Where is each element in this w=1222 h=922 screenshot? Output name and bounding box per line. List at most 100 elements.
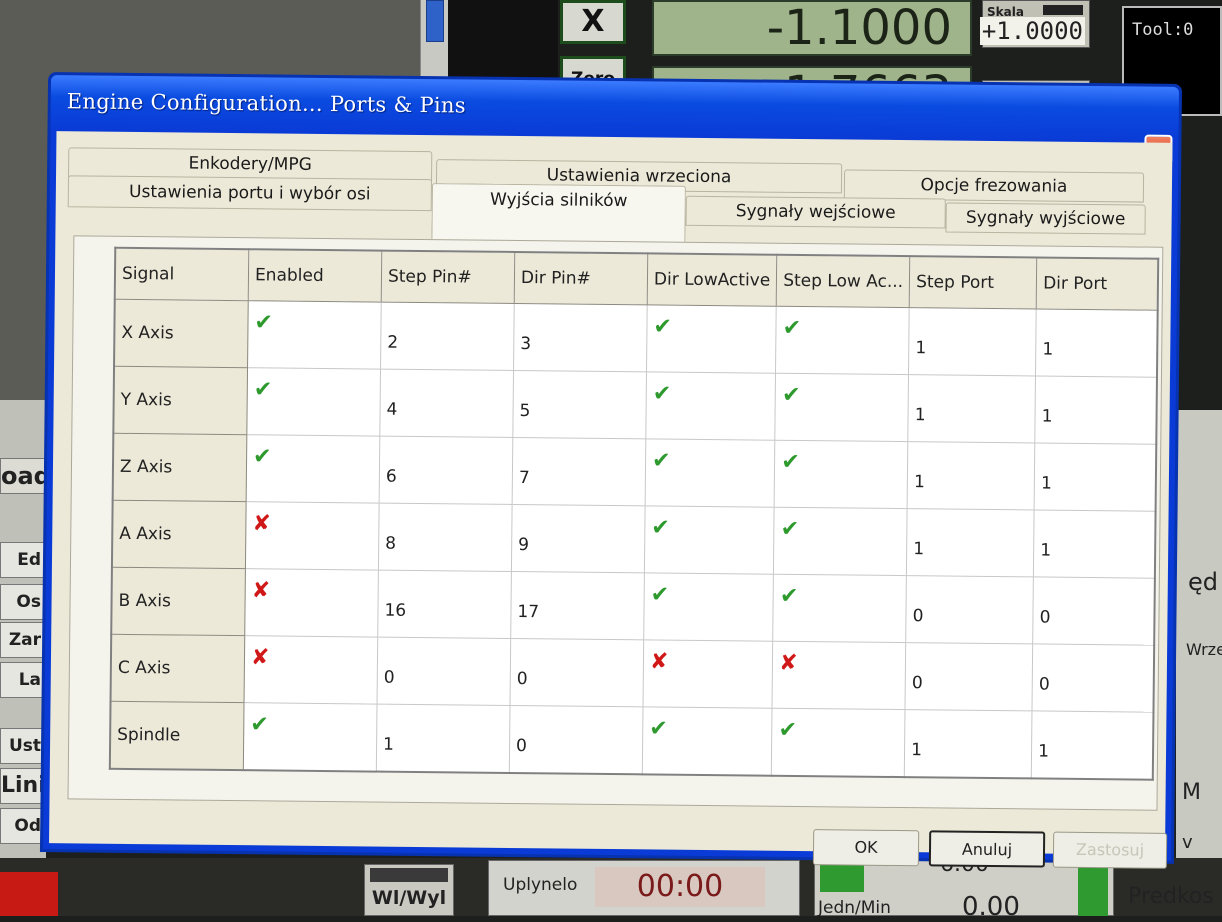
row-signal-label[interactable]: B Axis — [111, 567, 246, 636]
engine-configuration-dialog: Engine Configuration... Ports & Pins ✕ E… — [39, 72, 1183, 869]
cell-step-low-toggle[interactable]: ✔ — [772, 574, 907, 643]
check-icon: ✔ — [250, 712, 269, 738]
cell-dir-port[interactable]: 1 — [1034, 375, 1158, 445]
table-row: A Axis ✘ 8 9 ✔ ✔ 1 1 — [111, 500, 1156, 579]
cell-step-pin[interactable]: 0 — [377, 637, 511, 706]
cell-dir-low-toggle[interactable]: ✔ — [644, 505, 775, 575]
cell-dir-pin[interactable]: 7 — [512, 437, 646, 506]
cell-step-low-toggle[interactable]: ✘ — [772, 641, 906, 710]
speed-label: Predkos — [1128, 884, 1214, 909]
check-icon: ✔ — [649, 716, 668, 742]
column-header-step-lowactive[interactable]: Step Low Ac... — [776, 254, 910, 308]
tab-wyjscia-silnikow[interactable]: Wyjścia silników — [431, 183, 686, 244]
cell-dir-low-toggle[interactable]: ✘ — [643, 639, 773, 709]
cell-dir-pin[interactable]: 5 — [512, 370, 647, 439]
skala-x[interactable]: Skala +1.0000 — [979, 0, 1090, 48]
cell-enabled-toggle[interactable]: ✔ — [243, 702, 378, 772]
cell-step-pin[interactable]: 1 — [376, 704, 511, 773]
cell-dir-port[interactable]: 0 — [1032, 576, 1156, 646]
table-row: X Axis ✔ 2 3 ✔ ✔ 1 1 — [114, 299, 1158, 378]
cell-dir-port[interactable]: 1 — [1035, 308, 1158, 378]
x-icon: ✘ — [649, 649, 669, 675]
reset-button[interactable] — [0, 872, 58, 916]
row-signal-label[interactable]: Spindle — [109, 701, 245, 771]
row-signal-label[interactable]: X Axis — [114, 299, 249, 368]
cell-dir-port[interactable]: 1 — [1033, 509, 1156, 579]
cell-dir-low-toggle[interactable]: ✔ — [646, 304, 777, 374]
scrollbar-thumb[interactable] — [426, 0, 444, 42]
column-header-dir-port[interactable]: Dir Port — [1036, 257, 1159, 311]
dro-x-readout[interactable]: -1.1000 — [652, 0, 972, 56]
column-header-signal[interactable]: Signal — [114, 247, 249, 301]
cell-dir-pin[interactable]: 0 — [510, 638, 644, 707]
row-signal-label[interactable]: A Axis — [111, 500, 247, 569]
cell-step-pin[interactable]: 16 — [377, 570, 512, 639]
cell-step-low-toggle[interactable]: ✔ — [775, 306, 910, 375]
cell-enabled-toggle[interactable]: ✘ — [245, 501, 380, 571]
cell-dir-low-toggle[interactable]: ✔ — [645, 438, 776, 508]
cell-dir-low-toggle[interactable]: ✔ — [643, 572, 774, 642]
left-button-os[interactable]: Os — [0, 584, 46, 620]
x-icon: ✘ — [250, 645, 270, 671]
x-icon: ✘ — [779, 650, 798, 676]
cell-step-pin[interactable]: 4 — [379, 369, 514, 438]
cell-step-pin[interactable]: 8 — [378, 503, 513, 572]
cell-dir-pin[interactable]: 3 — [513, 303, 648, 372]
cell-enabled-toggle[interactable]: ✔ — [246, 367, 381, 437]
cancel-button[interactable]: Anuluj — [928, 830, 1046, 868]
cell-step-port[interactable]: 1 — [908, 307, 1037, 376]
axis-x-button[interactable]: X — [560, 0, 626, 44]
cell-step-port[interactable]: 0 — [905, 642, 1033, 711]
cell-step-port[interactable]: 1 — [904, 709, 1033, 779]
dialog-titlebar[interactable]: Engine Configuration... Ports & Pins — [50, 75, 1180, 141]
cell-step-port[interactable]: 1 — [907, 441, 1035, 510]
cell-dir-pin[interactable]: 9 — [511, 504, 646, 573]
wl-wyl-led — [370, 868, 448, 882]
apply-button[interactable]: Zastosuj — [1052, 831, 1168, 869]
cell-enabled-toggle[interactable]: ✔ — [246, 434, 380, 504]
left-button-ust[interactable]: Ust — [0, 728, 46, 764]
check-icon: ✔ — [651, 515, 670, 541]
row-signal-label[interactable]: Y Axis — [113, 366, 248, 435]
cell-dir-pin[interactable]: 0 — [509, 705, 644, 775]
column-header-step-port[interactable]: Step Port — [909, 256, 1037, 309]
cell-step-low-toggle[interactable]: ✔ — [773, 507, 908, 576]
cell-step-pin[interactable]: 6 — [379, 436, 513, 505]
cell-dir-port[interactable]: 0 — [1032, 643, 1155, 713]
ok-button[interactable]: OK — [812, 829, 920, 867]
row-signal-label[interactable]: Z Axis — [112, 433, 247, 502]
dialog-client: Enkodery/MPG Ustawienia wrzeciona Opcje … — [49, 131, 1173, 869]
column-header-dir-pin[interactable]: Dir Pin# — [514, 251, 648, 305]
row-signal-label[interactable]: C Axis — [110, 634, 245, 703]
tab-ustawienia-portu[interactable]: Ustawienia portu i wybór osi — [67, 175, 433, 212]
column-header-dir-lowactive[interactable]: Dir LowActive — [647, 253, 778, 307]
left-button-edit[interactable]: Ed — [0, 542, 46, 578]
cell-step-pin[interactable]: 2 — [380, 302, 515, 371]
cell-dir-pin[interactable]: 17 — [510, 571, 645, 640]
cell-step-low-toggle[interactable]: ✔ — [774, 440, 908, 509]
cell-dir-port[interactable]: 1 — [1034, 442, 1157, 512]
tab-sygnaly-wyjsciowe[interactable]: Sygnały wyjściowe — [945, 202, 1146, 235]
check-icon: ✔ — [650, 582, 670, 608]
cell-enabled-toggle[interactable]: ✘ — [244, 568, 379, 638]
cell-step-port[interactable]: 1 — [906, 508, 1035, 577]
column-header-enabled[interactable]: Enabled — [248, 249, 382, 303]
cell-dir-low-toggle[interactable]: ✔ — [642, 706, 773, 776]
table-row: B Axis ✘ 16 17 ✔ ✔ 0 0 — [111, 567, 1156, 646]
check-icon: ✔ — [781, 382, 801, 408]
cell-dir-low-toggle[interactable]: ✔ — [645, 371, 776, 441]
cell-dir-port[interactable]: 1 — [1031, 710, 1154, 780]
left-button-linia[interactable]: Linia — [0, 768, 46, 804]
cell-step-port[interactable]: 1 — [907, 374, 1036, 443]
cell-enabled-toggle[interactable]: ✘ — [244, 635, 378, 705]
cell-step-low-toggle[interactable]: ✔ — [775, 373, 909, 442]
left-button-la[interactable]: La — [0, 662, 46, 698]
column-header-step-pin[interactable]: Step Pin# — [381, 250, 515, 304]
cell-enabled-toggle[interactable]: ✔ — [247, 300, 382, 370]
tab-sygnaly-wejsciowe[interactable]: Sygnały wejściowe — [685, 195, 946, 229]
motor-outputs-grid: Signal Enabled Step Pin# Dir Pin# Dir Lo… — [108, 246, 1160, 781]
cell-step-port[interactable]: 0 — [905, 575, 1034, 644]
left-button-load[interactable]: oad — [0, 458, 46, 494]
cell-step-low-toggle[interactable]: ✔ — [771, 708, 906, 778]
left-button-zar[interactable]: Zar — [0, 622, 46, 658]
